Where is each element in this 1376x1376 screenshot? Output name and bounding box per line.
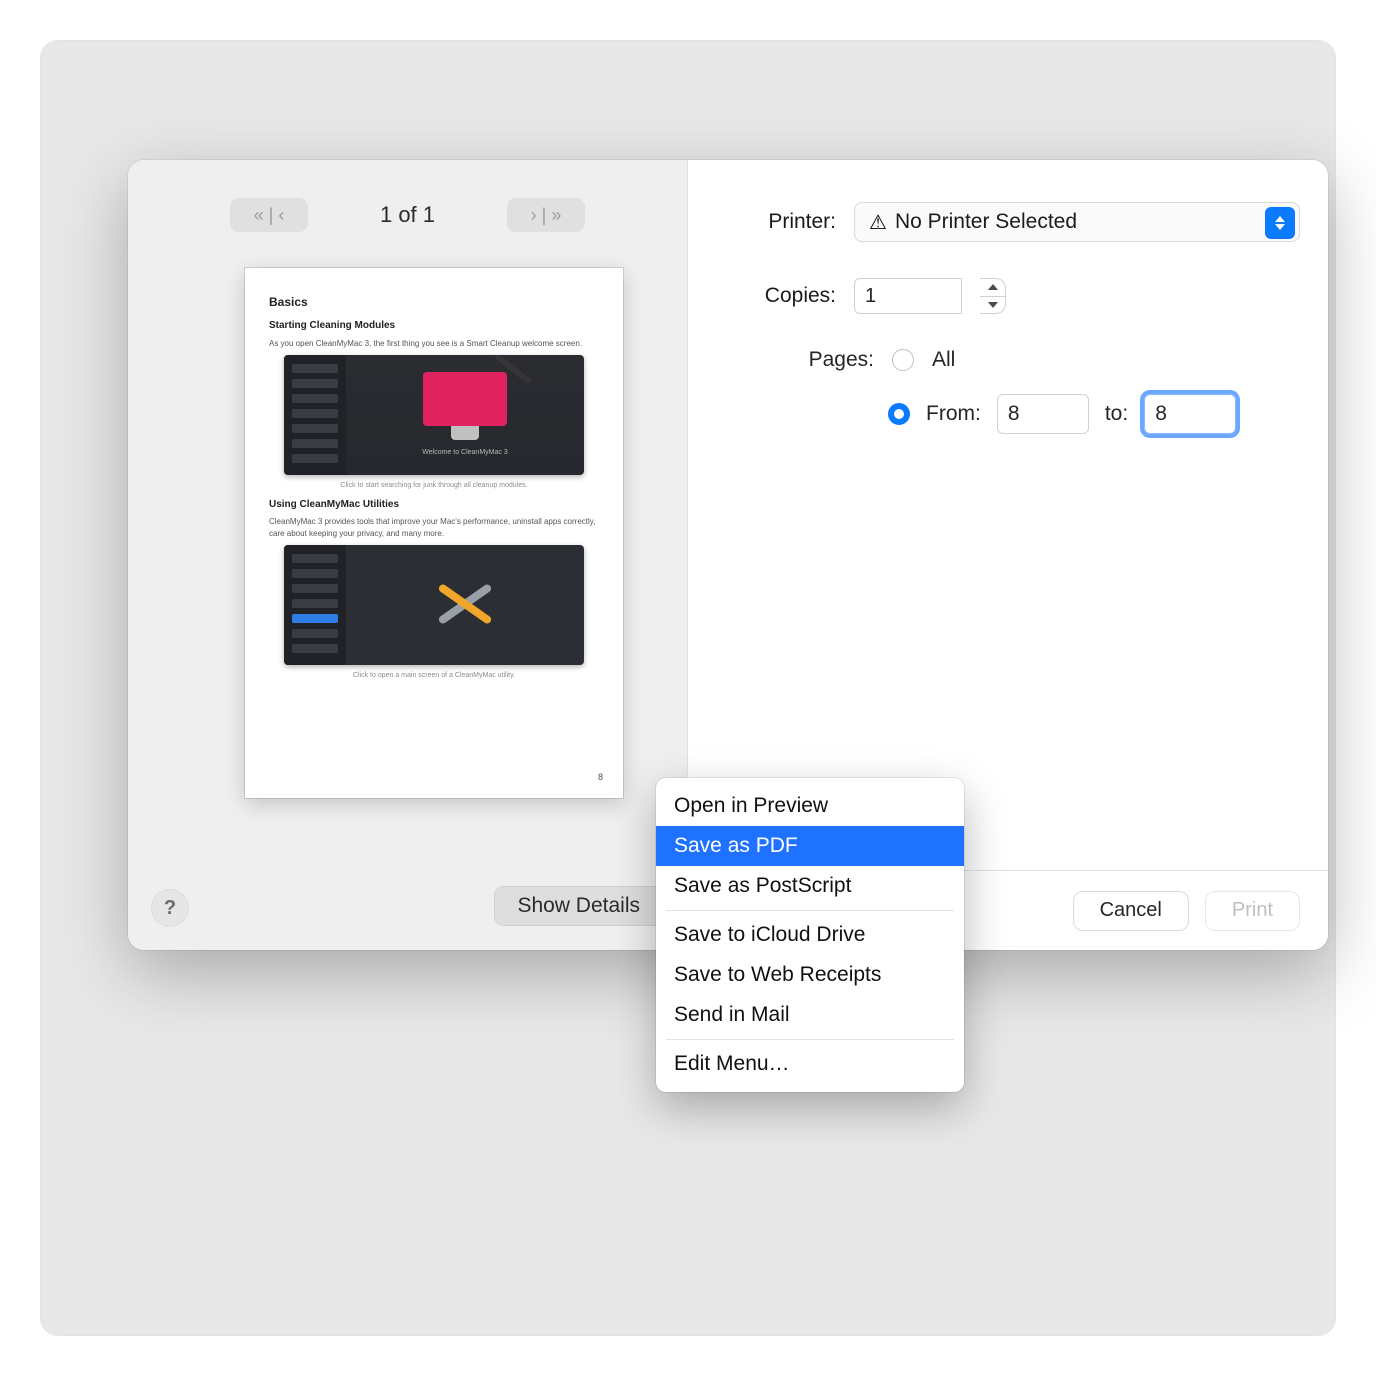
menu-save-icloud[interactable]: Save to iCloud Drive xyxy=(656,915,964,955)
pages-to-label: to: xyxy=(1105,402,1128,426)
thumb-screenshot-1: Welcome to CleanMyMac 3 xyxy=(284,355,584,475)
menu-save-as-pdf[interactable]: Save as PDF xyxy=(656,826,964,866)
print-button[interactable]: Print xyxy=(1205,891,1300,931)
pages-to-input[interactable]: 8 xyxy=(1144,394,1236,434)
thumb-section2-title: Using CleanMyMac Utilities xyxy=(269,498,599,513)
thumb-heading: Basics xyxy=(269,294,599,311)
copies-label: Copies: xyxy=(724,284,836,308)
cancel-button[interactable]: Cancel xyxy=(1073,891,1189,931)
menu-save-web-receipts[interactable]: Save to Web Receipts xyxy=(656,955,964,995)
thumb-section2-text: CleanMyMac 3 provides tools that improve… xyxy=(269,516,599,539)
preview-pane: « | ‹ 1 of 1 › | » Basics Starting Clean… xyxy=(128,160,688,950)
chevrons-left-icon: « | ‹ xyxy=(254,205,285,226)
menu-separator xyxy=(666,910,954,911)
pages-label: Pages: xyxy=(762,348,874,372)
chevrons-right-icon: › | » xyxy=(531,205,562,226)
thumb-screenshot-2 xyxy=(284,545,584,665)
pages-from-radio[interactable] xyxy=(888,403,910,425)
thumb-page-number: 8 xyxy=(598,772,603,782)
thumb-section1-title: Starting Cleaning Modules xyxy=(269,319,599,334)
thumb-section1-text: As you open CleanMyMac 3, the first thin… xyxy=(269,338,599,350)
pdf-dropdown-menu: Open in Preview Save as PDF Save as Post… xyxy=(656,778,964,1092)
copies-input[interactable]: 1 xyxy=(854,278,962,314)
show-details-button[interactable]: Show Details xyxy=(494,886,663,926)
pages-from-input[interactable]: 8 xyxy=(997,394,1089,434)
stepper-up-icon[interactable] xyxy=(980,279,1005,297)
help-icon: ? xyxy=(164,897,176,920)
next-page-button[interactable]: › | » xyxy=(507,198,585,232)
page-indicator: 1 of 1 xyxy=(380,202,435,228)
pages-all-label: All xyxy=(932,348,955,372)
menu-edit[interactable]: Edit Menu… xyxy=(656,1044,964,1084)
help-button[interactable]: ? xyxy=(152,890,188,926)
select-arrows-icon xyxy=(1265,207,1295,239)
warning-icon: ⚠︎ xyxy=(869,210,887,235)
menu-open-preview[interactable]: Open in Preview xyxy=(656,786,964,826)
page-thumbnail: Basics Starting Cleaning Modules As you … xyxy=(245,268,623,798)
printer-label: Printer: xyxy=(724,210,836,234)
menu-send-in-mail[interactable]: Send in Mail xyxy=(656,995,964,1035)
pages-all-radio[interactable] xyxy=(892,349,914,371)
stepper-down-icon[interactable] xyxy=(980,297,1005,314)
window-backdrop: « | ‹ 1 of 1 › | » Basics Starting Clean… xyxy=(40,40,1336,1336)
printer-select[interactable]: ⚠︎ No Printer Selected xyxy=(854,202,1300,242)
prev-page-button[interactable]: « | ‹ xyxy=(230,198,308,232)
menu-save-postscript[interactable]: Save as PostScript xyxy=(656,866,964,906)
copies-stepper[interactable] xyxy=(980,278,1006,314)
printer-value: No Printer Selected xyxy=(895,210,1077,234)
pages-from-label: From: xyxy=(926,402,981,426)
menu-separator-2 xyxy=(666,1039,954,1040)
